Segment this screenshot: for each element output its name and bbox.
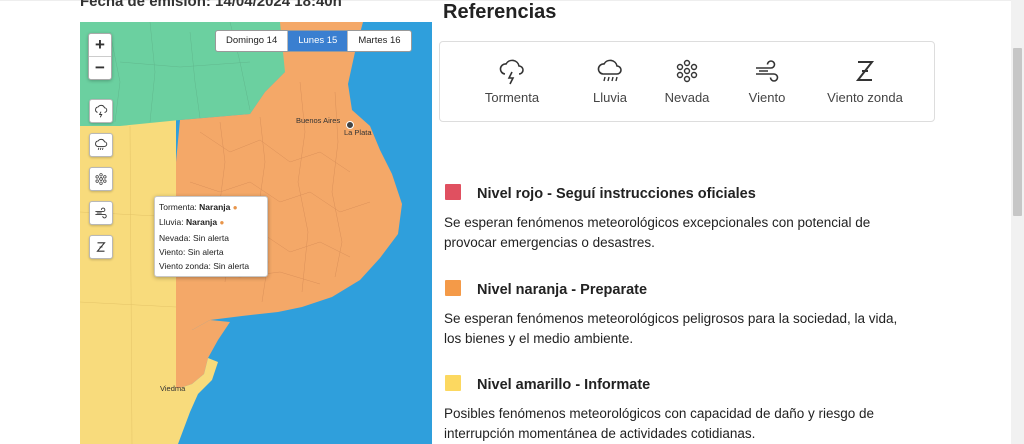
emission-date: Fecha de emisión: 14/04/2024 18:40h xyxy=(80,0,342,10)
tooltip-snow-row: Nevada: Sin alerta xyxy=(159,231,263,245)
scrollbar-thumb[interactable] xyxy=(1013,48,1022,216)
zonda-filter-button[interactable] xyxy=(89,235,113,259)
orange-dot-icon: ● xyxy=(232,203,238,212)
tooltip-snow-label: Nevada: xyxy=(159,232,191,243)
orange-dot-icon: ● xyxy=(219,218,225,228)
day-selector: Domingo 14 Lunes 15 Martes 16 xyxy=(215,30,412,52)
rain-icon xyxy=(95,138,108,151)
tooltip-storm-value: Naranja xyxy=(199,202,231,212)
orange-level-title: Nivel naranja - Preparate xyxy=(477,282,648,298)
ref-item-storm: Tormenta xyxy=(482,57,542,105)
la-plata-marker xyxy=(346,121,354,129)
rain-filter-button[interactable] xyxy=(89,133,113,157)
references-legend: Tormenta Lluvia Nevada Viento Viento zon… xyxy=(439,41,935,122)
snow-filter-button[interactable] xyxy=(89,167,113,191)
snow-icon xyxy=(95,173,107,185)
label-la-plata: La Plata xyxy=(344,128,372,137)
tooltip-rain-value: Naranja xyxy=(185,217,218,228)
rain-icon xyxy=(597,59,622,82)
yellow-level-swatch xyxy=(445,375,461,391)
ref-label-snow: Nevada xyxy=(664,90,710,105)
ref-label-zonda: Viento zonda xyxy=(827,90,903,105)
zoom-in-button[interactable]: + xyxy=(89,34,111,56)
ref-label-wind: Viento xyxy=(748,90,786,105)
wind-filter-button[interactable] xyxy=(89,201,113,225)
yellow-level-title: Nivel amarillo - Informate xyxy=(477,377,651,393)
ref-item-rain: Lluvia xyxy=(585,57,635,105)
storm-icon xyxy=(499,59,524,85)
tooltip-wind-value: Sin alerta xyxy=(187,246,224,257)
yellow-level-description: Posibles fenómenos meteorológicos con ca… xyxy=(444,406,875,441)
alert-map[interactable]: + − Domingo 14 Lunes 15 Martes 16 Buenos… xyxy=(80,22,432,444)
zonda-wind-icon xyxy=(96,242,106,252)
tooltip-rain-row: Lluvia: Naranja ● xyxy=(159,215,263,230)
tooltip-zonda-row: Viento zonda: Sin alerta xyxy=(159,259,263,273)
ref-item-zonda: Viento zonda xyxy=(820,57,910,105)
ref-label-rain: Lluvia xyxy=(593,90,627,105)
ref-item-snow: Nevada xyxy=(662,57,712,105)
storm-filter-button[interactable] xyxy=(89,99,113,123)
red-level-swatch xyxy=(445,184,461,200)
region-tooltip: Tormenta: Naranja ● Lluvia: Naranja ● Ne… xyxy=(154,196,268,278)
ref-item-wind: Viento xyxy=(742,57,792,105)
tooltip-storm-label: Tormenta: xyxy=(159,202,197,212)
tooltip-wind-row: Viento: Sin alerta xyxy=(159,245,263,259)
tooltip-rain-label: Lluvia: xyxy=(159,217,184,228)
wind-icon xyxy=(756,60,779,82)
label-viedma: Viedma xyxy=(160,384,186,393)
red-level-title: Nivel rojo - Seguí instrucciones oficial… xyxy=(477,186,756,202)
wind-icon xyxy=(95,207,107,219)
orange-level-description: Se esperan fenómenos meteorológicos peli… xyxy=(444,311,898,346)
tooltip-storm-row: Tormenta: Naranja ● xyxy=(159,200,263,215)
ref-label-storm: Tormenta xyxy=(484,90,540,105)
storm-icon xyxy=(95,104,108,118)
tooltip-zonda-label: Viento zonda: xyxy=(159,261,211,272)
day-tab-domingo[interactable]: Domingo 14 xyxy=(216,31,287,51)
tooltip-wind-label: Viento: xyxy=(159,246,186,257)
tooltip-snow-value: Sin alerta xyxy=(193,232,229,243)
red-level-description: Se esperan fenómenos meteorológicos exce… xyxy=(444,215,871,250)
day-tab-lunes[interactable]: Lunes 15 xyxy=(287,31,348,51)
orange-level-swatch xyxy=(445,280,461,296)
zoom-control: + − xyxy=(88,33,112,80)
zoom-out-button[interactable]: − xyxy=(89,56,111,79)
label-buenos-aires: Buenos Aires xyxy=(296,116,341,125)
snow-icon xyxy=(676,59,698,83)
day-tab-martes[interactable]: Martes 16 xyxy=(347,31,410,51)
zonda-wind-icon xyxy=(855,61,875,81)
tooltip-zonda-value: Sin alerta xyxy=(213,261,250,272)
references-title: Referencias xyxy=(443,1,557,23)
